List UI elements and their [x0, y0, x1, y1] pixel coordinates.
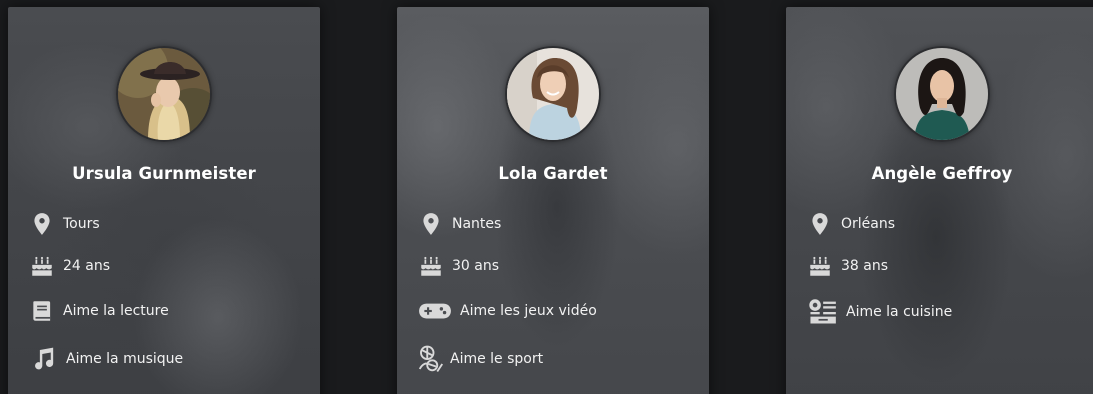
- birthday-cake-icon: [29, 253, 55, 279]
- sport-icon: [416, 344, 446, 374]
- age-row: 24 ans: [29, 253, 110, 279]
- hobby-text: Aime la musique: [66, 350, 184, 367]
- hobby-row: Aime la cuisine: [807, 298, 952, 326]
- map-pin-icon: [29, 211, 55, 237]
- city-text: Orléans: [841, 216, 896, 232]
- avatar: [894, 46, 990, 142]
- profile-card: Lola Gardet Nantes 30 ans Aime les jeux …: [397, 7, 709, 394]
- map-pin-icon: [807, 211, 833, 237]
- profile-card: Ursula Gurnmeister Tours 24 ans Aime la …: [8, 7, 320, 394]
- location-row: Orléans: [807, 211, 895, 237]
- profile-name: Ursula Gurnmeister: [72, 164, 256, 183]
- age-row: 30 ans: [418, 253, 499, 279]
- hobby-text: Aime les jeux vidéo: [460, 303, 597, 319]
- profile-card: Angèle Geffroy Orléans 38 ans Aime la cu…: [786, 7, 1093, 394]
- hobby-text: Aime le sport: [450, 351, 544, 367]
- city-text: Tours: [63, 216, 100, 232]
- age-text: 38 ans: [841, 258, 889, 274]
- music-note-icon: [29, 344, 58, 373]
- profile-name: Lola Gardet: [498, 164, 608, 183]
- hobby-row: Aime les jeux vidéo: [418, 298, 597, 324]
- city-text: Nantes: [452, 216, 502, 232]
- book-icon: [29, 298, 55, 324]
- profile-name: Angèle Geffroy: [871, 164, 1013, 183]
- gamepad-icon: [418, 298, 452, 324]
- hobby-text: Aime la lecture: [63, 303, 169, 319]
- age-text: 30 ans: [452, 258, 500, 274]
- birthday-cake-icon: [418, 253, 444, 279]
- location-row: Nantes: [418, 211, 501, 237]
- cooking-icon: [807, 298, 837, 326]
- birthday-cake-icon: [807, 253, 833, 279]
- hobby-row: Aime la lecture: [29, 298, 169, 324]
- hobby-row: Aime le sport: [416, 344, 543, 374]
- hobby-row: Aime la musique: [29, 344, 183, 373]
- hobby-text: Aime la cuisine: [846, 304, 953, 320]
- map-pin-icon: [418, 211, 444, 237]
- age-row: 38 ans: [807, 253, 888, 279]
- avatar: [505, 46, 601, 142]
- age-text: 24 ans: [63, 258, 111, 274]
- avatar: [116, 46, 212, 142]
- location-row: Tours: [29, 211, 100, 237]
- profile-cards-page: Ursula Gurnmeister Tours 24 ans Aime la …: [0, 0, 1093, 394]
